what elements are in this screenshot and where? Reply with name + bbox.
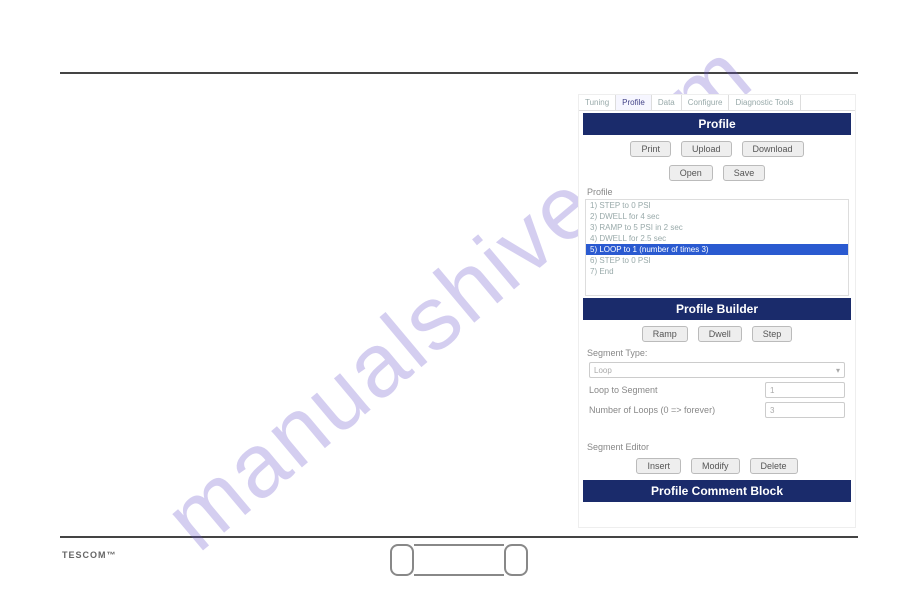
builder-row: Ramp Dwell Step (579, 322, 855, 346)
page-indicator (414, 544, 504, 576)
next-page[interactable] (504, 544, 528, 576)
top-rule (60, 72, 858, 74)
list-item[interactable]: 7) End (586, 266, 848, 277)
profile-file-row: Open Save (579, 161, 855, 185)
insert-button[interactable]: Insert (636, 458, 681, 474)
list-item[interactable]: 1) STEP to 0 PSI (586, 200, 848, 211)
loop-to-input[interactable]: 1 (765, 382, 845, 398)
num-loops-label: Number of Loops (0 => forever) (589, 405, 715, 415)
list-spacer (586, 277, 848, 295)
chevron-down-icon: ▾ (836, 366, 840, 375)
num-loops-field: Number of Loops (0 => forever) 3 (579, 400, 855, 420)
segment-editor-label: Segment Editor (579, 440, 855, 454)
tab-tuning[interactable]: Tuning (579, 95, 616, 110)
open-button[interactable]: Open (669, 165, 713, 181)
ramp-button[interactable]: Ramp (642, 326, 688, 342)
download-button[interactable]: Download (742, 141, 804, 157)
tab-profile[interactable]: Profile (616, 95, 652, 110)
profile-label: Profile (579, 185, 855, 199)
step-button[interactable]: Step (752, 326, 793, 342)
spacer (579, 420, 855, 440)
list-item[interactable]: 4) DWELL for 2.5 sec (586, 233, 848, 244)
prev-page[interactable] (390, 544, 414, 576)
page-navigator (390, 544, 528, 576)
select-value: Loop (594, 366, 612, 375)
upload-button[interactable]: Upload (681, 141, 732, 157)
bottom-rule (60, 536, 858, 538)
loop-to-field: Loop to Segment 1 (579, 380, 855, 400)
dwell-button[interactable]: Dwell (698, 326, 742, 342)
save-button[interactable]: Save (723, 165, 766, 181)
segment-type-label: Segment Type: (579, 346, 855, 360)
delete-button[interactable]: Delete (750, 458, 798, 474)
list-item[interactable]: 3) RAMP to 5 PSI in 2 sec (586, 222, 848, 233)
profile-io-row: Print Upload Download (579, 137, 855, 161)
loop-to-label: Loop to Segment (589, 385, 658, 395)
builder-header: Profile Builder (583, 298, 851, 320)
logo-text: TESCOM (62, 550, 107, 560)
list-item[interactable]: 6) STEP to 0 PSI (586, 255, 848, 266)
num-loops-input[interactable]: 3 (765, 402, 845, 418)
tab-bar: Tuning Profile Data Configure Diagnostic… (579, 95, 855, 111)
profile-steps-list[interactable]: 1) STEP to 0 PSI 2) DWELL for 4 sec 3) R… (585, 199, 849, 296)
comment-header: Profile Comment Block (583, 480, 851, 502)
tab-diagnostic[interactable]: Diagnostic Tools (729, 95, 800, 110)
tab-data[interactable]: Data (652, 95, 682, 110)
modify-button[interactable]: Modify (691, 458, 740, 474)
list-item-selected[interactable]: 5) LOOP to 1 (number of times 3) (586, 244, 848, 255)
list-item[interactable]: 2) DWELL for 4 sec (586, 211, 848, 222)
tab-configure[interactable]: Configure (682, 95, 730, 110)
profile-panel: Tuning Profile Data Configure Diagnostic… (578, 94, 856, 528)
segment-type-select[interactable]: Loop ▾ (589, 362, 845, 378)
print-button[interactable]: Print (630, 141, 671, 157)
profile-header: Profile (583, 113, 851, 135)
editor-row: Insert Modify Delete (579, 454, 855, 478)
brand-logo: TESCOM™ (62, 549, 117, 570)
trademark: ™ (107, 550, 117, 560)
